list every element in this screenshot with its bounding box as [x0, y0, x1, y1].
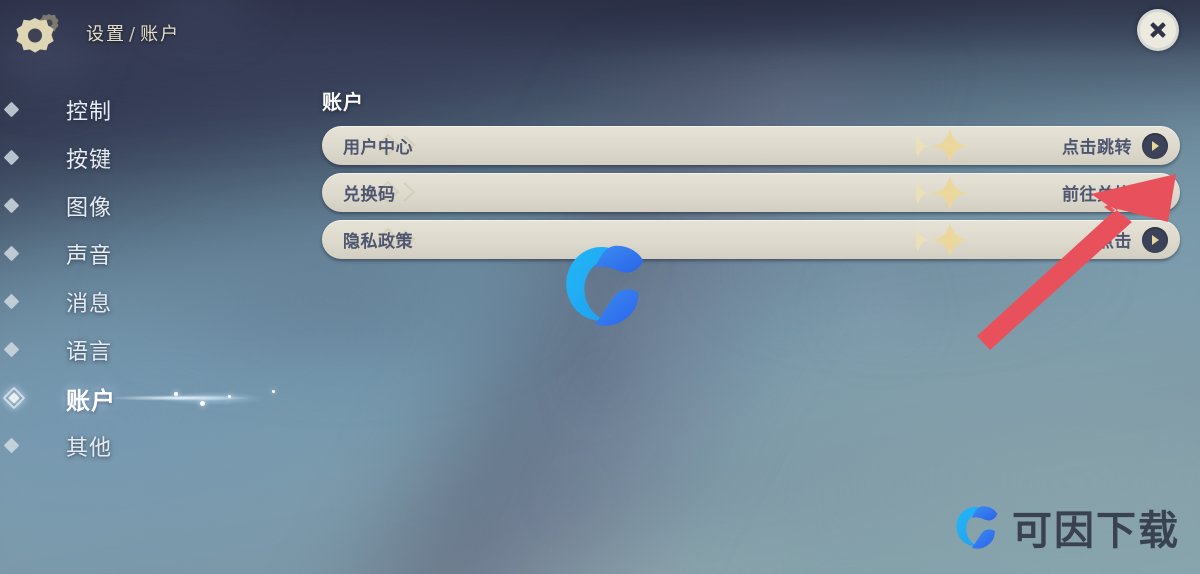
sidebar-item-control[interactable]: 控制 [0, 86, 280, 134]
sidebar-item-others[interactable]: 其他 [0, 422, 280, 470]
chevron-right-icon[interactable] [1142, 132, 1168, 159]
settings-row-action-label: 点击 [1097, 232, 1132, 252]
settings-row-label: 兑换码 [343, 185, 396, 205]
diamond-bullet-icon [3, 197, 20, 214]
sidebar-item-graphics[interactable]: 图像 [0, 182, 280, 230]
sparkle-icon [200, 401, 205, 406]
diamond-bullet-icon [3, 245, 20, 262]
sidebar-item-label: 消息 [66, 292, 113, 317]
chevron-right-icon[interactable] [1142, 179, 1168, 206]
page-title: 账户 [322, 90, 364, 114]
settings-row-user-center[interactable]: 用户中心 点击跳转 [322, 126, 1180, 165]
sidebar-item-language[interactable]: 语言 [0, 326, 280, 374]
sparkle-icon [272, 390, 275, 393]
sidebar-item-label: 图像 [66, 196, 113, 221]
breadcrumb-current: 账户 [140, 24, 181, 45]
diamond-bullet-icon [3, 341, 20, 358]
settings-row-redeem-code[interactable]: 兑换码 前往兑换 [322, 173, 1180, 212]
sidebar-item-keys[interactable]: 按键 [0, 134, 280, 182]
sidebar-item-audio[interactable]: 声音 [0, 230, 280, 278]
breadcrumb-root[interactable]: 设置 [86, 24, 126, 45]
breadcrumb-separator: / [129, 24, 138, 45]
breadcrumb: 设置 / 账户 [86, 20, 180, 46]
sidebar-item-label: 声音 [66, 244, 113, 269]
sparkle-icon [228, 395, 231, 398]
header-bar: 设置 / 账户 [0, 0, 1200, 70]
sidebar-item-messages[interactable]: 消息 [0, 278, 280, 326]
sidebar-item-label: 其他 [66, 436, 113, 461]
sparkle-decoration [916, 223, 969, 257]
diamond-bullet-selected-icon [2, 386, 26, 410]
chevron-right-icon[interactable] [1142, 226, 1168, 253]
settings-sidebar: 控制 按键 图像 声音 消息 语言 账户 其他 [0, 86, 306, 470]
close-button[interactable] [1137, 9, 1179, 51]
diamond-bullet-icon [3, 101, 20, 118]
close-icon [1150, 22, 1166, 38]
diamond-bullet-icon [3, 293, 20, 310]
settings-row-label: 隐私政策 [343, 232, 413, 252]
sidebar-item-account[interactable]: 账户 [0, 374, 306, 422]
diamond-bullet-icon [3, 149, 20, 166]
selection-glow [96, 386, 306, 410]
sparkle-decoration [916, 129, 969, 163]
sidebar-item-label: 语言 [66, 340, 113, 365]
settings-row-action-label: 前往兑换 [1062, 185, 1132, 205]
settings-row-privacy-policy[interactable]: 隐私政策 点击 [322, 220, 1180, 259]
sidebar-item-label: 账户 [66, 386, 116, 415]
sidebar-item-label: 控制 [66, 100, 113, 125]
account-panel: 账户 用户中心 点击跳转 兑换码 前往兑换 隐私政策 点击 [322, 86, 1180, 267]
gear-icon [13, 9, 69, 61]
diamond-bullet-icon [3, 437, 20, 454]
settings-row-action-label: 点击跳转 [1062, 138, 1132, 158]
sparkle-decoration [916, 176, 969, 210]
sidebar-item-label: 按键 [66, 148, 113, 173]
sparkle-icon [174, 392, 178, 396]
settings-row-label: 用户中心 [343, 138, 413, 158]
